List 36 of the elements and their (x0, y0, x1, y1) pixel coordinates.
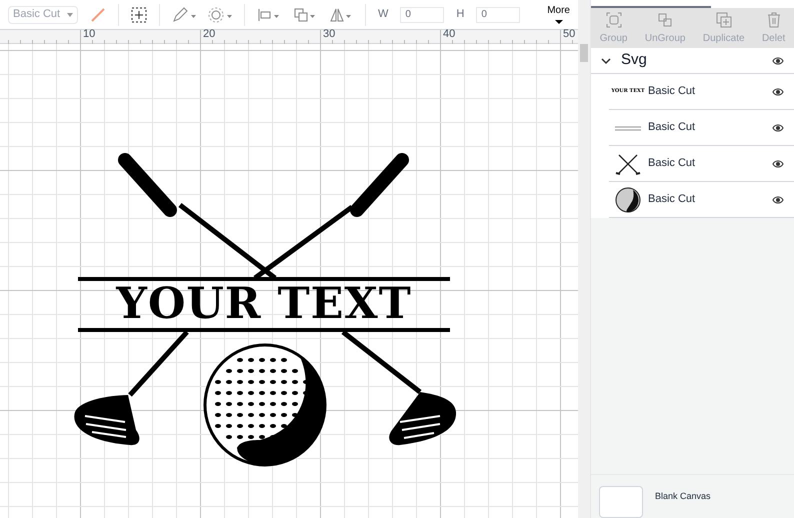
caret-icon (67, 12, 73, 16)
size-label: W (378, 7, 388, 22)
eye-icon[interactable] (772, 86, 784, 98)
golf-ball-thumbnail-icon (615, 186, 641, 212)
eye-icon[interactable] (772, 194, 784, 206)
eye-icon[interactable] (772, 158, 784, 170)
blank-canvas-thumbnail[interactable] (599, 486, 643, 518)
ruler-label: 20 (203, 29, 216, 40)
scrollbar-thumb[interactable] (580, 44, 588, 62)
deselect-icon[interactable] (131, 6, 147, 22)
ruler-label: 30 (323, 29, 336, 40)
lines-thumbnail-icon (615, 124, 641, 132)
align-icon[interactable] (257, 6, 281, 22)
duplicate-icon (714, 10, 733, 28)
more-button[interactable]: More (547, 6, 570, 24)
ruler-label: 10 (83, 29, 96, 40)
ruler-label: 40 (443, 29, 456, 40)
caret-icon (554, 20, 563, 24)
ungroup-icon (656, 10, 674, 28)
arrange-icon[interactable] (293, 6, 317, 22)
layer-row[interactable]: Basic Cut (609, 110, 794, 146)
design-text: YOUR TEXT (116, 283, 412, 326)
eye-icon[interactable] (772, 122, 784, 134)
pen-color-icon[interactable] (90, 6, 106, 22)
offset-icon[interactable] (208, 6, 232, 22)
group-icon (604, 10, 623, 28)
edit-pencil-icon[interactable] (172, 6, 196, 22)
layer-row[interactable]: Basic Cut (609, 182, 794, 218)
ruler-label: 50 (563, 29, 576, 40)
flip-icon[interactable] (329, 6, 353, 22)
size-label: H (456, 7, 464, 22)
eye-icon[interactable] (772, 54, 784, 66)
blank-canvas-label: Blank Canvas (655, 490, 711, 503)
chevron-icon[interactable] (601, 56, 611, 64)
layer-group-row[interactable]: Svg (591, 48, 794, 74)
layer-row[interactable]: Basic Cut (609, 146, 794, 182)
